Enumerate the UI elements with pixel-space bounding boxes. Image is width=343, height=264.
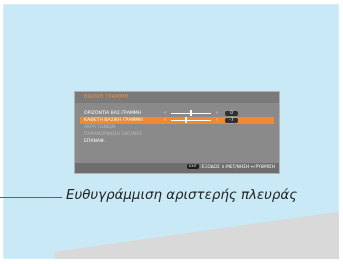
- osd-menu: ΒΑΣΙΚΗ ΓΡΑΜΜΗ ΟΡΙΖΟΝΤΙΑ ΒΑΣ.ΓΡΑΜΜΗ ‹ › 0…: [74, 91, 280, 174]
- minus-icon: ‹: [164, 117, 166, 123]
- menu-item-label: ΠΑΡΑΜΟΡΦΩΣΗ ΕΙΚΟΝΑΣ: [84, 132, 143, 137]
- slider-track: [171, 120, 211, 121]
- plus-icon: ›: [216, 110, 218, 116]
- callout-line: [0, 197, 62, 198]
- help-text: :ΈΞΟΔΟΣ ⇕:ΜΕΤ/ΝΗΣΗ ↔:ΡΥΘΜΙΣΗ: [199, 165, 275, 170]
- slider-knob[interactable]: [185, 117, 188, 123]
- menu-item-reset[interactable]: ΕΠΑΝΑΦ.: [80, 138, 274, 145]
- menu-item-label: ΑΚΡΑ ΓΩΝΙΩΝ: [84, 125, 116, 130]
- menu-item-label: ΟΡΙΖΟΝΤΙΑ ΒΑΣ.ΓΡΑΜΜΗ: [84, 111, 142, 116]
- vertical-slider[interactable]: ‹ ›: [164, 117, 218, 123]
- minus-icon: ‹: [164, 110, 166, 116]
- menu-item-label: ΚΑΘΕΤΗ ΒΑΣΙΚΗ ΓΡΑΜΜΗ: [84, 118, 143, 123]
- value-badge: -7: [225, 118, 238, 123]
- osd-menu-title: ΒΑΣΙΚΗ ΓΡΑΜΜΗ: [75, 92, 279, 103]
- exit-key-icon: EXIT: [186, 164, 199, 169]
- osd-help-bar: EXIT:ΈΞΟΔΟΣ ⇕:ΜΕΤ/ΝΗΣΗ ↔:ΡΥΘΜΙΣΗ: [75, 163, 279, 173]
- menu-item-image-distortion[interactable]: ΠΑΡΑΜΟΡΦΩΣΗ ΕΙΚΟΝΑΣ: [80, 131, 274, 138]
- plus-icon: ›: [216, 117, 218, 123]
- osd-menu-list: ΟΡΙΖΟΝΤΙΑ ΒΑΣ.ΓΡΑΜΜΗ ‹ › 0 ΚΑΘΕΤΗ ΒΑΣΙΚΗ…: [80, 110, 274, 156]
- value-badge: 0: [225, 111, 238, 116]
- menu-item-vertical-baseline[interactable]: ΚΑΘΕΤΗ ΒΑΣΙΚΗ ΓΡΑΜΜΗ ‹ › -7: [80, 117, 274, 124]
- horizontal-slider[interactable]: ‹ ›: [164, 110, 218, 116]
- slider-knob[interactable]: [190, 110, 192, 116]
- menu-item-horizontal-baseline[interactable]: ΟΡΙΖΟΝΤΙΑ ΒΑΣ.ΓΡΑΜΜΗ ‹ › 0: [80, 110, 274, 117]
- caption-text: Ευθυγράμμιση αριστερής πλευράς: [66, 188, 298, 203]
- menu-item-corner-edges[interactable]: ΑΚΡΑ ΓΩΝΙΩΝ: [80, 124, 274, 131]
- menu-item-label: ΕΠΑΝΑΦ.: [84, 139, 106, 144]
